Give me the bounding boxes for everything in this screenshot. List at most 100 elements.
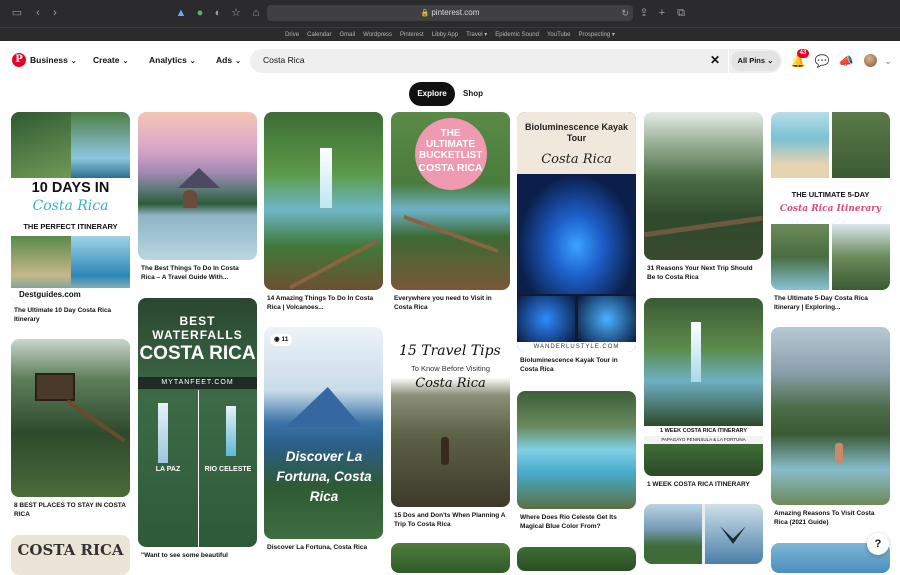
pin-title[interactable]: The Best Things To Do In Costa Rica – A … <box>138 265 257 282</box>
pin-card[interactable] <box>517 547 636 571</box>
forward-icon[interactable]: › <box>48 6 62 20</box>
bookmark-item[interactable]: Drive <box>285 32 299 38</box>
share-icon[interactable]: ⇪ <box>637 6 651 20</box>
pin-card[interactable]: 10 DAYS IN Costa Rica THE PERFECT ITINER… <box>11 112 130 324</box>
bookmarks-bar: Drive Calendar Gmail Wordpress Pinterest Libb… <box>0 27 900 41</box>
bookmark-item[interactable]: Wordpress <box>363 32 392 38</box>
pin-card[interactable]: 15 Travel Tips To Know Before Visiting C… <box>391 327 510 529</box>
pin-card[interactable] <box>644 504 763 564</box>
pin-image[interactable] <box>517 391 636 509</box>
pin-title[interactable]: The Ultimate 10 Day Costa Rica Itinerary <box>11 307 130 324</box>
pinterest-header: P Business ⌄ Create ⌄ Analytics ⌄ Ads ⌄ Cost… <box>0 41 900 79</box>
lock-icon: 🔒 <box>420 10 430 17</box>
bookmark-item[interactable]: Pinterest <box>400 32 424 38</box>
pin-title[interactable]: Where Does Rio Celeste Get Its Magical B… <box>517 514 636 531</box>
pin-title[interactable]: 14 Amazing Things To Do In Costa Rica | … <box>264 295 383 312</box>
help-button[interactable]: ? <box>867 533 889 555</box>
pin-card[interactable]: 14 Amazing Things To Do In Costa Rica | … <box>264 112 383 312</box>
sidebar-toggle-icon[interactable]: ▭ <box>10 6 24 20</box>
chevron-down-icon: ⌄ <box>767 56 774 65</box>
tab-explore[interactable]: Explore <box>409 82 455 106</box>
pin-title[interactable]: The Ultimate 5-Day Costa Rica Itinerary … <box>771 295 890 312</box>
account-chevron-icon[interactable]: ⌄ <box>880 53 896 69</box>
tab-overview-icon[interactable]: ⧉ <box>674 6 688 20</box>
pin-card[interactable]: Amazing Reasons To Visit Costa Rica (202… <box>771 327 890 527</box>
extension-icon[interactable]: ▲ <box>174 6 188 20</box>
pin-image[interactable] <box>138 112 257 260</box>
pin-title[interactable]: Discover La Fortuna, Costa Rica <box>264 544 383 553</box>
pin-title[interactable]: 8 BEST PLACES TO STAY IN COSTA RICA <box>11 502 130 519</box>
pin-title[interactable]: Everywhere you need to Visit in Costa Ri… <box>391 295 510 312</box>
pin-image[interactable] <box>771 327 890 505</box>
browser-toolbar: ▭ ‹ › ▲ ● ◐ ☆ ⌂ 🔒 pinterest.com ↻ ⇪ + ⧉ <box>0 0 900 27</box>
pin-card[interactable]: THE ULTIMATE BUCKETLIST COSTA RICA Every… <box>391 112 510 312</box>
pin-image[interactable] <box>391 543 510 573</box>
pin-image[interactable]: 10 DAYS IN Costa Rica THE PERFECT ITINER… <box>11 112 130 302</box>
explore-shop-tabs: Explore Shop <box>0 82 900 106</box>
nav-business[interactable]: Business ⌄ <box>30 54 77 68</box>
all-pins-filter[interactable]: All Pins ⌄ <box>731 51 780 71</box>
pin-card[interactable]: ◉ 11 Discover La Fortuna, Costa Rica Dis… <box>264 327 383 553</box>
pin-image[interactable] <box>517 547 636 571</box>
pin-card[interactable]: 1 WEEK COSTA RICA ITINERARY PAPAGAYO PEN… <box>644 298 763 490</box>
messages-icon[interactable]: 💬 <box>814 53 830 69</box>
pin-image[interactable] <box>264 112 383 290</box>
bookmark-item[interactable]: Prospecting ▾ <box>579 32 615 38</box>
pin-title[interactable]: 15 Dos and Don'ts When Planning A Trip T… <box>391 512 510 529</box>
pin-card[interactable]: THE ULTIMATE 5-DAY Costa Rica Itinerary … <box>771 112 890 312</box>
bookmark-item[interactable]: Gmail <box>339 32 355 38</box>
chevron-down-icon: ⌄ <box>189 58 196 65</box>
pin-image[interactable]: Bioluminescence Kayak Tour Costa Rica WA… <box>517 112 636 352</box>
pinterest-logo-icon[interactable]: P <box>12 53 26 67</box>
bookmark-item[interactable]: Travel ▾ <box>466 32 487 38</box>
pin-title[interactable]: "Want to see some beautiful <box>138 552 257 561</box>
pin-image[interactable]: COSTA RICA <box>11 535 130 575</box>
pin-image[interactable]: BEST WATERFALLS COSTA RICA MYTANFEET.COM… <box>138 298 257 547</box>
pin-image[interactable] <box>11 339 130 497</box>
bookmark-item[interactable]: Calendar <box>307 32 331 38</box>
pin-card[interactable]: 8 BEST PLACES TO STAY IN COSTA RICA <box>11 339 130 519</box>
pin-title[interactable]: 31 Reasons Your Next Trip Should Be to C… <box>644 265 763 282</box>
pin-card[interactable]: Where Does Rio Celeste Get Its Magical B… <box>517 391 636 531</box>
pin-title[interactable]: 1 WEEK COSTA RICA ITINERARY <box>644 481 763 490</box>
privacy-icon[interactable]: ◐ <box>211 6 225 20</box>
search-input[interactable]: Costa Rica ✕ All Pins ⌄ <box>250 49 782 73</box>
tab-shop[interactable]: Shop <box>458 82 488 106</box>
pin-image[interactable]: THE ULTIMATE 5-DAY Costa Rica Itinerary <box>771 112 890 290</box>
nav-ads[interactable]: Ads ⌄ <box>216 54 241 68</box>
pin-title[interactable]: Amazing Reasons To Visit Costa Rica (202… <box>771 510 890 527</box>
bookmark-item[interactable]: YouTube <box>547 32 571 38</box>
pin-title[interactable]: Bioluminescence Kayak Tour in Costa Rica <box>517 357 636 374</box>
bookmark-item[interactable]: Libby App <box>432 32 458 38</box>
updates-icon[interactable]: 📣 <box>838 53 854 69</box>
video-count-badge: ◉ 11 <box>270 334 293 346</box>
pin-image[interactable]: 1 WEEK COSTA RICA ITINERARY PAPAGAYO PEN… <box>644 298 763 476</box>
pin-image[interactable]: ◉ 11 Discover La Fortuna, Costa Rica <box>264 327 383 539</box>
grammarly-icon[interactable]: ● <box>193 6 207 20</box>
new-tab-icon[interactable]: + <box>655 6 669 20</box>
back-icon[interactable]: ‹ <box>31 6 45 20</box>
pin-card[interactable]: 31 Reasons Your Next Trip Should Be to C… <box>644 112 763 282</box>
clear-search-icon[interactable]: ✕ <box>710 53 720 67</box>
pin-image[interactable]: 15 Travel Tips To Know Before Visiting C… <box>391 327 510 507</box>
bookmark-item[interactable]: Epidemic Sound <box>495 32 539 38</box>
notification-badge: 43 <box>797 49 809 58</box>
pin-card[interactable]: BEST WATERFALLS COSTA RICA MYTANFEET.COM… <box>138 298 257 561</box>
pin-image[interactable]: THE ULTIMATE BUCKETLIST COSTA RICA <box>391 112 510 290</box>
nav-analytics[interactable]: Analytics ⌄ <box>149 54 196 68</box>
pin-card[interactable]: Bioluminescence Kayak Tour Costa Rica WA… <box>517 112 636 374</box>
bookmark-star-icon[interactable]: ☆ <box>229 6 243 20</box>
pin-card[interactable] <box>391 543 510 573</box>
chevron-down-icon: ⌄ <box>235 58 241 65</box>
pin-image[interactable] <box>644 112 763 260</box>
address-bar[interactable]: 🔒 pinterest.com ↻ <box>267 5 633 21</box>
chevron-down-icon: ⌄ <box>122 58 129 65</box>
nav-create[interactable]: Create ⌄ <box>93 54 128 68</box>
pin-card[interactable]: COSTA RICA <box>11 535 130 575</box>
avatar[interactable] <box>864 54 877 67</box>
pin-card[interactable]: The Best Things To Do In Costa Rica – A … <box>138 112 257 282</box>
chevron-down-icon: ⌄ <box>70 58 77 65</box>
home-icon[interactable]: ⌂ <box>249 6 263 20</box>
pin-image[interactable] <box>644 504 763 564</box>
reload-icon[interactable]: ↻ <box>621 5 629 21</box>
